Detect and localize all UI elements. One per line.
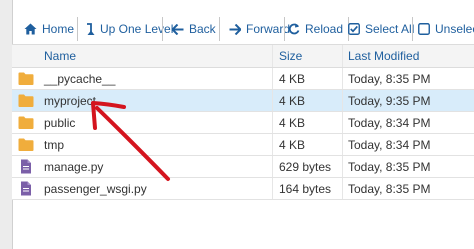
- column-divider: [342, 112, 343, 133]
- file-name: manage.py: [44, 160, 104, 174]
- file-size: 4 KB: [279, 72, 306, 86]
- column-divider: [272, 156, 273, 177]
- table-row-selected[interactable]: myproject 4 KB Today, 9:35 PM: [12, 90, 474, 112]
- toolbar-divider: [284, 17, 285, 41]
- file-last-modified: Today, 9:35 PM: [348, 94, 431, 108]
- column-divider: [272, 134, 273, 155]
- file-size: 4 KB: [279, 94, 306, 108]
- size-column-header[interactable]: Size: [279, 49, 302, 63]
- file-name: __pycache__: [44, 72, 116, 86]
- home-icon: [24, 23, 37, 35]
- folder-icon: [18, 72, 34, 85]
- column-divider: [342, 156, 343, 177]
- file-size: 4 KB: [279, 138, 306, 152]
- column-divider: [272, 90, 273, 111]
- column-divider: [272, 178, 273, 199]
- table-row[interactable]: __pycache__ 4 KB Today, 8:35 PM: [12, 68, 474, 90]
- unselect-all-label: Unselect A: [435, 22, 474, 36]
- select-all-label: Select All: [365, 22, 415, 36]
- back-button[interactable]: Back: [172, 14, 216, 44]
- table-row[interactable]: manage.py 629 bytes Today, 8:35 PM: [12, 156, 474, 178]
- column-divider: [342, 68, 343, 89]
- file-icon: [21, 181, 31, 196]
- file-size: 4 KB: [279, 116, 306, 130]
- file-last-modified: Today, 8:34 PM: [348, 116, 431, 130]
- folder-icon: [18, 94, 34, 107]
- back-label: Back: [189, 22, 216, 36]
- file-size: 164 bytes: [279, 182, 332, 196]
- file-last-modified: Today, 8:35 PM: [348, 72, 431, 86]
- file-table: Name Size Last Modified __pycache__ 4 KB…: [12, 44, 474, 200]
- home-label: Home: [42, 22, 75, 36]
- column-divider: [272, 112, 273, 133]
- folder-icon: [18, 116, 34, 129]
- home-button[interactable]: Home: [24, 14, 74, 44]
- table-row[interactable]: tmp 4 KB Today, 8:34 PM: [12, 134, 474, 156]
- select-all-button[interactable]: Select All: [348, 14, 414, 44]
- file-name: passenger_wsgi.py: [44, 182, 147, 196]
- column-divider: [342, 178, 343, 199]
- toolbar-divider: [219, 17, 220, 41]
- column-divider: [342, 90, 343, 111]
- toolbar: Home Up One Level Back Forward Reload Se…: [12, 14, 474, 44]
- level-up-icon: [87, 22, 95, 35]
- arrow-right-icon: [229, 23, 241, 35]
- toolbar-divider: [412, 17, 413, 41]
- table-header: Name Size Last Modified: [12, 44, 474, 68]
- arrow-left-icon: [172, 23, 184, 35]
- column-divider: [272, 45, 273, 67]
- column-divider: [342, 134, 343, 155]
- file-size: 629 bytes: [279, 160, 332, 174]
- forward-button[interactable]: Forward: [229, 14, 290, 44]
- file-name: tmp: [44, 138, 65, 152]
- file-last-modified: Today, 8:34 PM: [348, 138, 431, 152]
- toolbar-divider: [162, 17, 163, 41]
- column-divider: [272, 68, 273, 89]
- file-last-modified: Today, 8:35 PM: [348, 160, 431, 174]
- toolbar-divider: [77, 17, 78, 41]
- file-icon: [21, 159, 31, 174]
- column-divider: [342, 45, 343, 67]
- file-name: public: [44, 116, 76, 130]
- folder-icon: [18, 138, 34, 151]
- reload-button[interactable]: Reload: [288, 14, 343, 44]
- reload-label: Reload: [305, 22, 344, 36]
- checkbox-empty-icon: [418, 23, 430, 35]
- name-column-header[interactable]: Name: [44, 49, 76, 63]
- unselect-all-button[interactable]: Unselect A: [418, 14, 474, 44]
- table-row[interactable]: passenger_wsgi.py 164 bytes Today, 8:35 …: [12, 178, 474, 200]
- checkbox-checked-icon: [348, 23, 360, 35]
- file-name: myproject: [44, 94, 97, 108]
- file-last-modified: Today, 8:35 PM: [348, 182, 431, 196]
- up-one-level-button[interactable]: Up One Level: [86, 14, 173, 44]
- reload-icon: [288, 23, 300, 35]
- table-row[interactable]: public 4 KB Today, 8:34 PM: [12, 112, 474, 134]
- last-modified-column-header[interactable]: Last Modified: [348, 49, 419, 63]
